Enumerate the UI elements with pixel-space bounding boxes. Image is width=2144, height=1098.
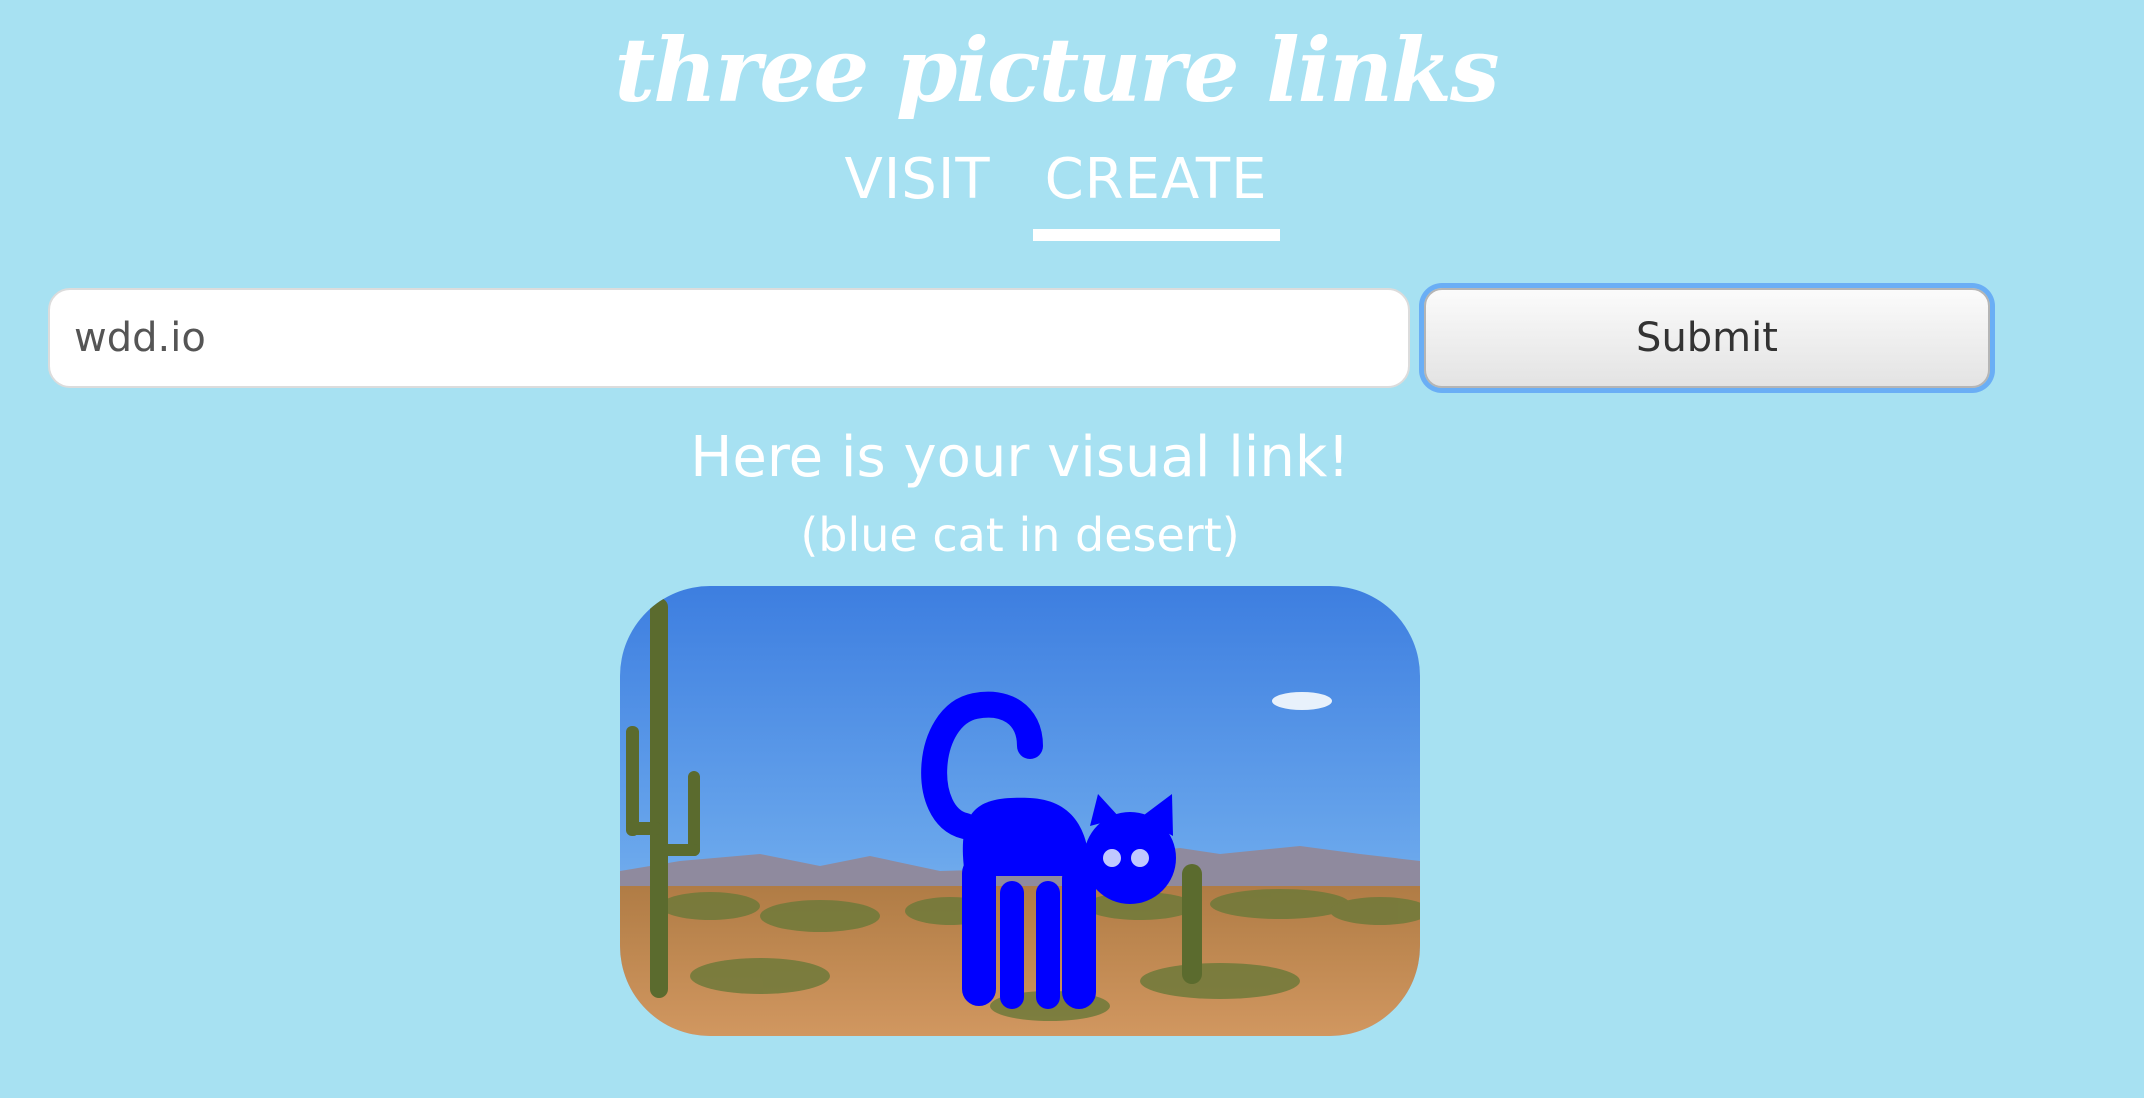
desert-cat-image: [620, 586, 1420, 1036]
cat-leg-1: [962, 856, 996, 1006]
cat-leg-2: [1000, 881, 1024, 1009]
cat-eye-right: [1131, 849, 1149, 867]
cat-eye-left: [1103, 849, 1121, 867]
small-cactus: [1182, 864, 1202, 984]
cat-leg-3: [1036, 881, 1060, 1009]
result-heading: Here is your visual link!: [690, 425, 1350, 490]
nav-create[interactable]: CREATE: [1032, 146, 1280, 242]
main-nav: VISIT CREATE: [0, 146, 2112, 242]
site-title: three picture links: [614, 18, 1499, 122]
result-caption: (blue cat in desert): [800, 508, 1240, 562]
visual-link-image[interactable]: [620, 586, 1420, 1036]
cloud: [1272, 692, 1332, 710]
url-input[interactable]: [48, 288, 1410, 388]
cat-leg-4: [1062, 861, 1096, 1009]
nav-visit[interactable]: VISIT: [832, 146, 1002, 213]
submit-button[interactable]: Submit: [1424, 288, 1990, 388]
